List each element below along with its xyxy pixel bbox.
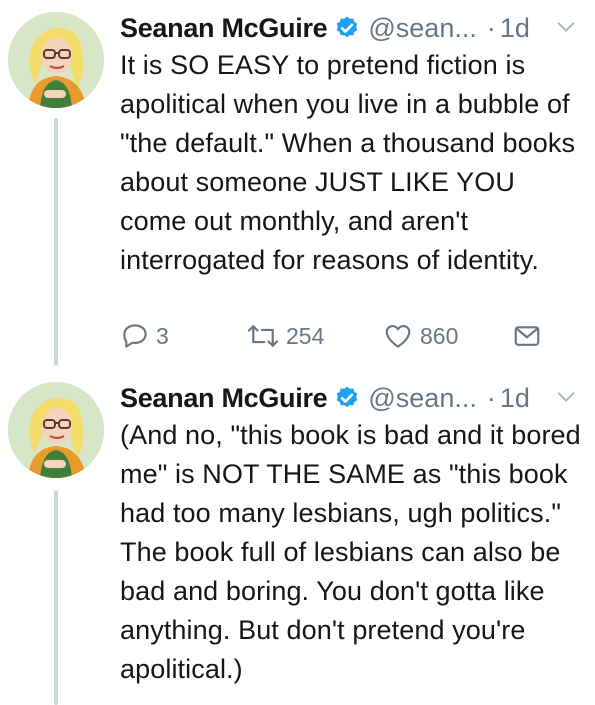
direct-message-button[interactable] xyxy=(512,318,542,354)
retweet-button[interactable]: 254 xyxy=(246,318,324,354)
tweet-content: Seanan McGuire @sean... · 1d It is SO EA… xyxy=(120,10,585,280)
author-handle[interactable]: @sean... xyxy=(368,13,476,44)
tweet-header: Seanan McGuire @sean... · 1d xyxy=(120,10,585,46)
reply-icon xyxy=(123,324,147,348)
tweet-text: (And no, "this book is bad and it bored … xyxy=(120,420,581,684)
timestamp[interactable]: 1d xyxy=(500,383,530,414)
like-button[interactable]: 860 xyxy=(382,318,458,354)
reply-count: 3 xyxy=(156,322,169,349)
retweet-icon xyxy=(247,325,279,347)
avatar[interactable] xyxy=(8,382,104,478)
reply-button[interactable]: 3 xyxy=(120,318,169,354)
verified-badge-icon xyxy=(334,15,360,41)
tweet-actions: 3 254 860 xyxy=(120,318,560,354)
tweet-header: Seanan McGuire @sean... · 1d xyxy=(120,380,585,416)
chevron-down-icon[interactable] xyxy=(555,16,577,43)
retweet-count: 254 xyxy=(286,322,325,349)
heart-icon xyxy=(385,324,411,348)
envelope-icon xyxy=(514,326,540,346)
author-name[interactable]: Seanan McGuire xyxy=(120,383,328,414)
author-handle[interactable]: @sean... xyxy=(368,383,476,414)
like-count: 860 xyxy=(420,322,459,349)
tweet-text: It is SO EASY to pretend fiction is apol… xyxy=(120,50,576,275)
timestamp[interactable]: 1d xyxy=(500,13,530,44)
author-name[interactable]: Seanan McGuire xyxy=(120,13,328,44)
avatar[interactable] xyxy=(8,12,104,108)
separator-dot: · xyxy=(486,382,496,413)
tweet[interactable]: Seanan McGuire @sean... · 1d (And no, "t… xyxy=(0,370,595,705)
tweet-content: Seanan McGuire @sean... · 1d (And no, "t… xyxy=(120,380,585,689)
separator-dot: · xyxy=(486,12,496,43)
tweet[interactable]: Seanan McGuire @sean... · 1d It is SO EA… xyxy=(0,0,595,370)
avatar-illustration xyxy=(8,12,104,108)
chevron-down-icon[interactable] xyxy=(555,386,577,413)
avatar-illustration xyxy=(8,382,104,478)
verified-badge-icon xyxy=(334,385,360,411)
